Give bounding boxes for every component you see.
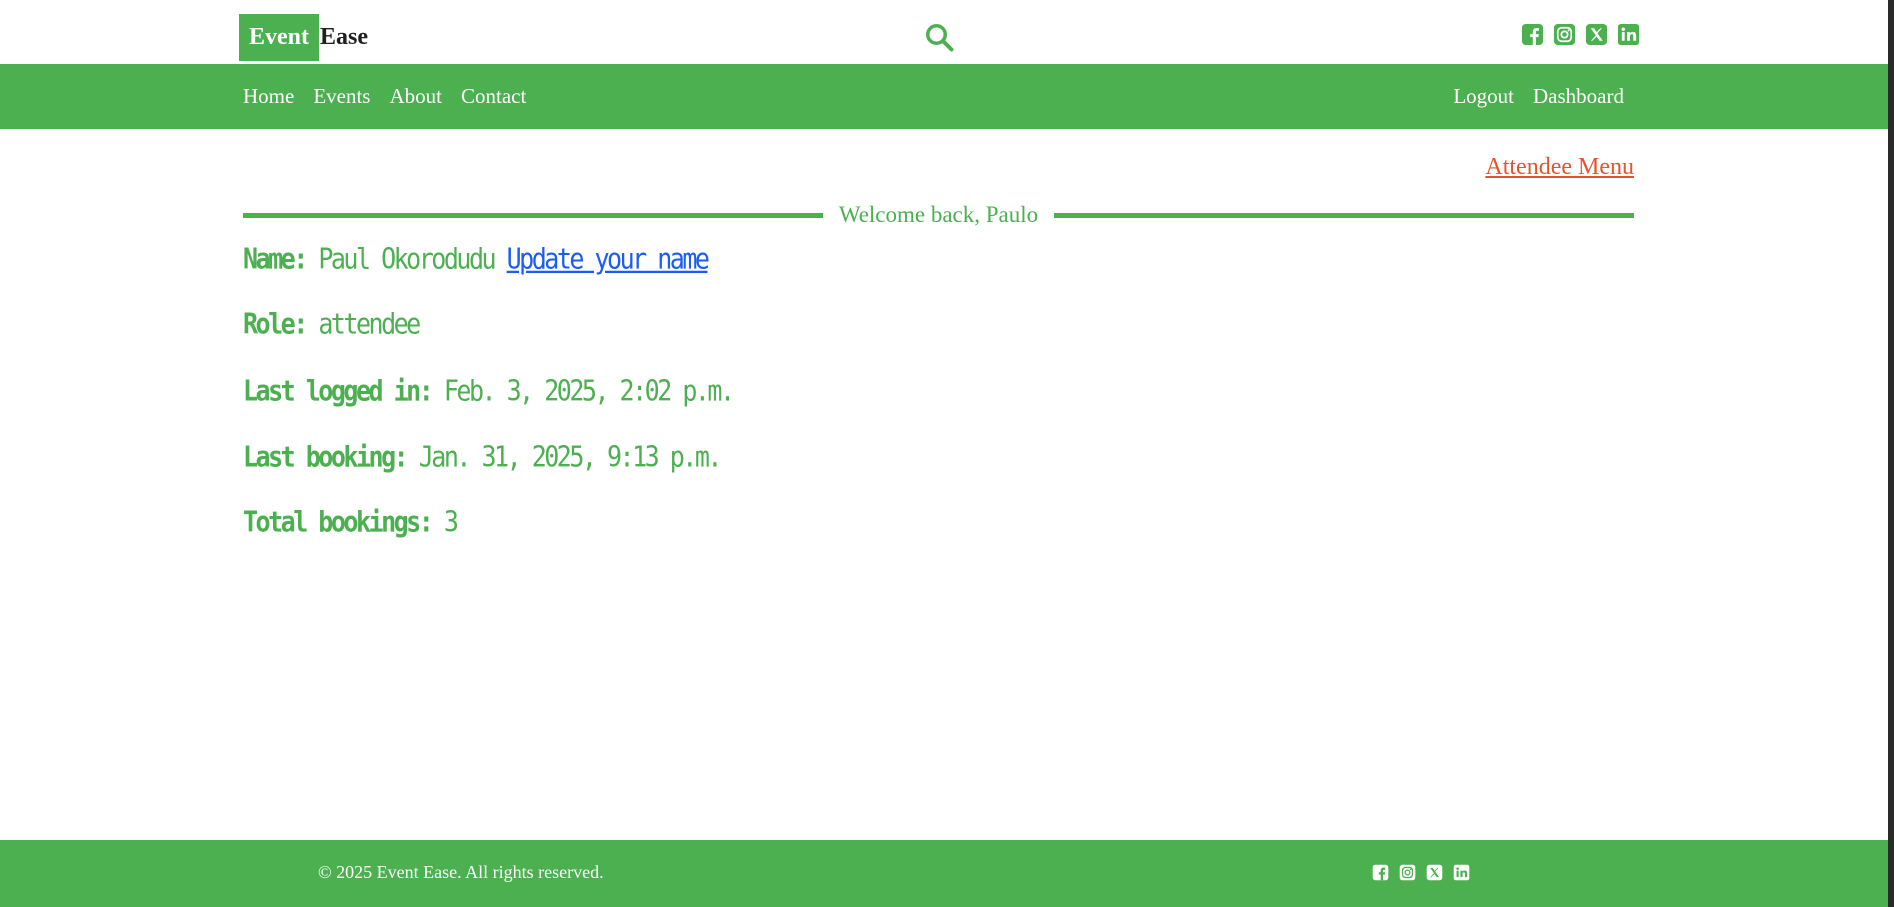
header-social-links [1521,23,1640,46]
main-navigation: Home Events About Contact Logout Dashboa… [0,64,1888,129]
divider-left [243,212,823,218]
linkedin-icon[interactable] [1453,864,1470,881]
x-icon[interactable] [1426,864,1443,881]
last-booking-value: Jan. 31, 2025, 9:13 p.m. [418,440,723,474]
site-footer: © 2025 Event Ease. All rights reserved. [0,840,1888,907]
instagram-icon[interactable] [1399,864,1416,881]
facebook-icon[interactable] [1372,864,1389,881]
nav-logout[interactable]: Logout [1453,84,1514,109]
logo-event-part: Event [239,14,319,61]
nav-right-links: Logout Dashboard [1453,64,1624,129]
welcome-heading: Welcome back, Paulo [243,200,1634,230]
total-bookings-label: Total bookings: [243,505,434,539]
linkedin-icon[interactable] [1617,23,1640,46]
role-label: Role: [243,307,308,341]
role-value: attendee [318,307,421,341]
window-scrollbar-edge [1888,0,1894,907]
nav-events[interactable]: Events [313,84,370,109]
page: Event Ease Home Events About Contact Log… [0,0,1888,907]
name-value: Paul Okorodudu [318,242,496,276]
last-booking-label: Last booking: [243,440,409,474]
instagram-icon[interactable] [1553,23,1576,46]
last-login-value: Feb. 3, 2025, 2:02 p.m. [443,374,735,408]
total-bookings-value: 3 [443,505,459,539]
nav-dashboard[interactable]: Dashboard [1533,84,1624,109]
nav-left-links: Home Events About Contact [243,64,526,129]
attendee-menu-link[interactable]: Attendee Menu [1485,154,1634,181]
welcome-text: Welcome back, Paulo [838,202,1039,227]
divider-right [1054,212,1634,218]
last-login-label: Last logged in: [243,374,434,408]
name-label: Name: [243,242,308,276]
last-login-row: Last logged in: Feb. 3, 2025, 2:02 p.m. [243,374,735,408]
site-logo[interactable]: Event Ease [239,14,368,61]
profile-role-row: Role: attendee [243,307,421,341]
x-icon[interactable] [1585,23,1608,46]
update-name-link[interactable]: Update your name [507,242,710,275]
logo-ease-part: Ease [320,24,368,50]
nav-contact[interactable]: Contact [461,84,526,109]
top-header: Event Ease [0,0,1888,64]
profile-name-row: Name: Paul Okorodudu Update your name [243,242,710,276]
search-icon[interactable] [924,22,954,52]
footer-social-links [1372,864,1470,881]
last-booking-row: Last booking: Jan. 31, 2025, 9:13 p.m. [243,440,723,474]
copyright-text: © 2025 Event Ease. All rights reserved. [318,862,604,882]
nav-home[interactable]: Home [243,84,294,109]
total-bookings-row: Total bookings: 3 [243,505,459,539]
facebook-icon[interactable] [1521,23,1544,46]
nav-about[interactable]: About [389,84,442,109]
